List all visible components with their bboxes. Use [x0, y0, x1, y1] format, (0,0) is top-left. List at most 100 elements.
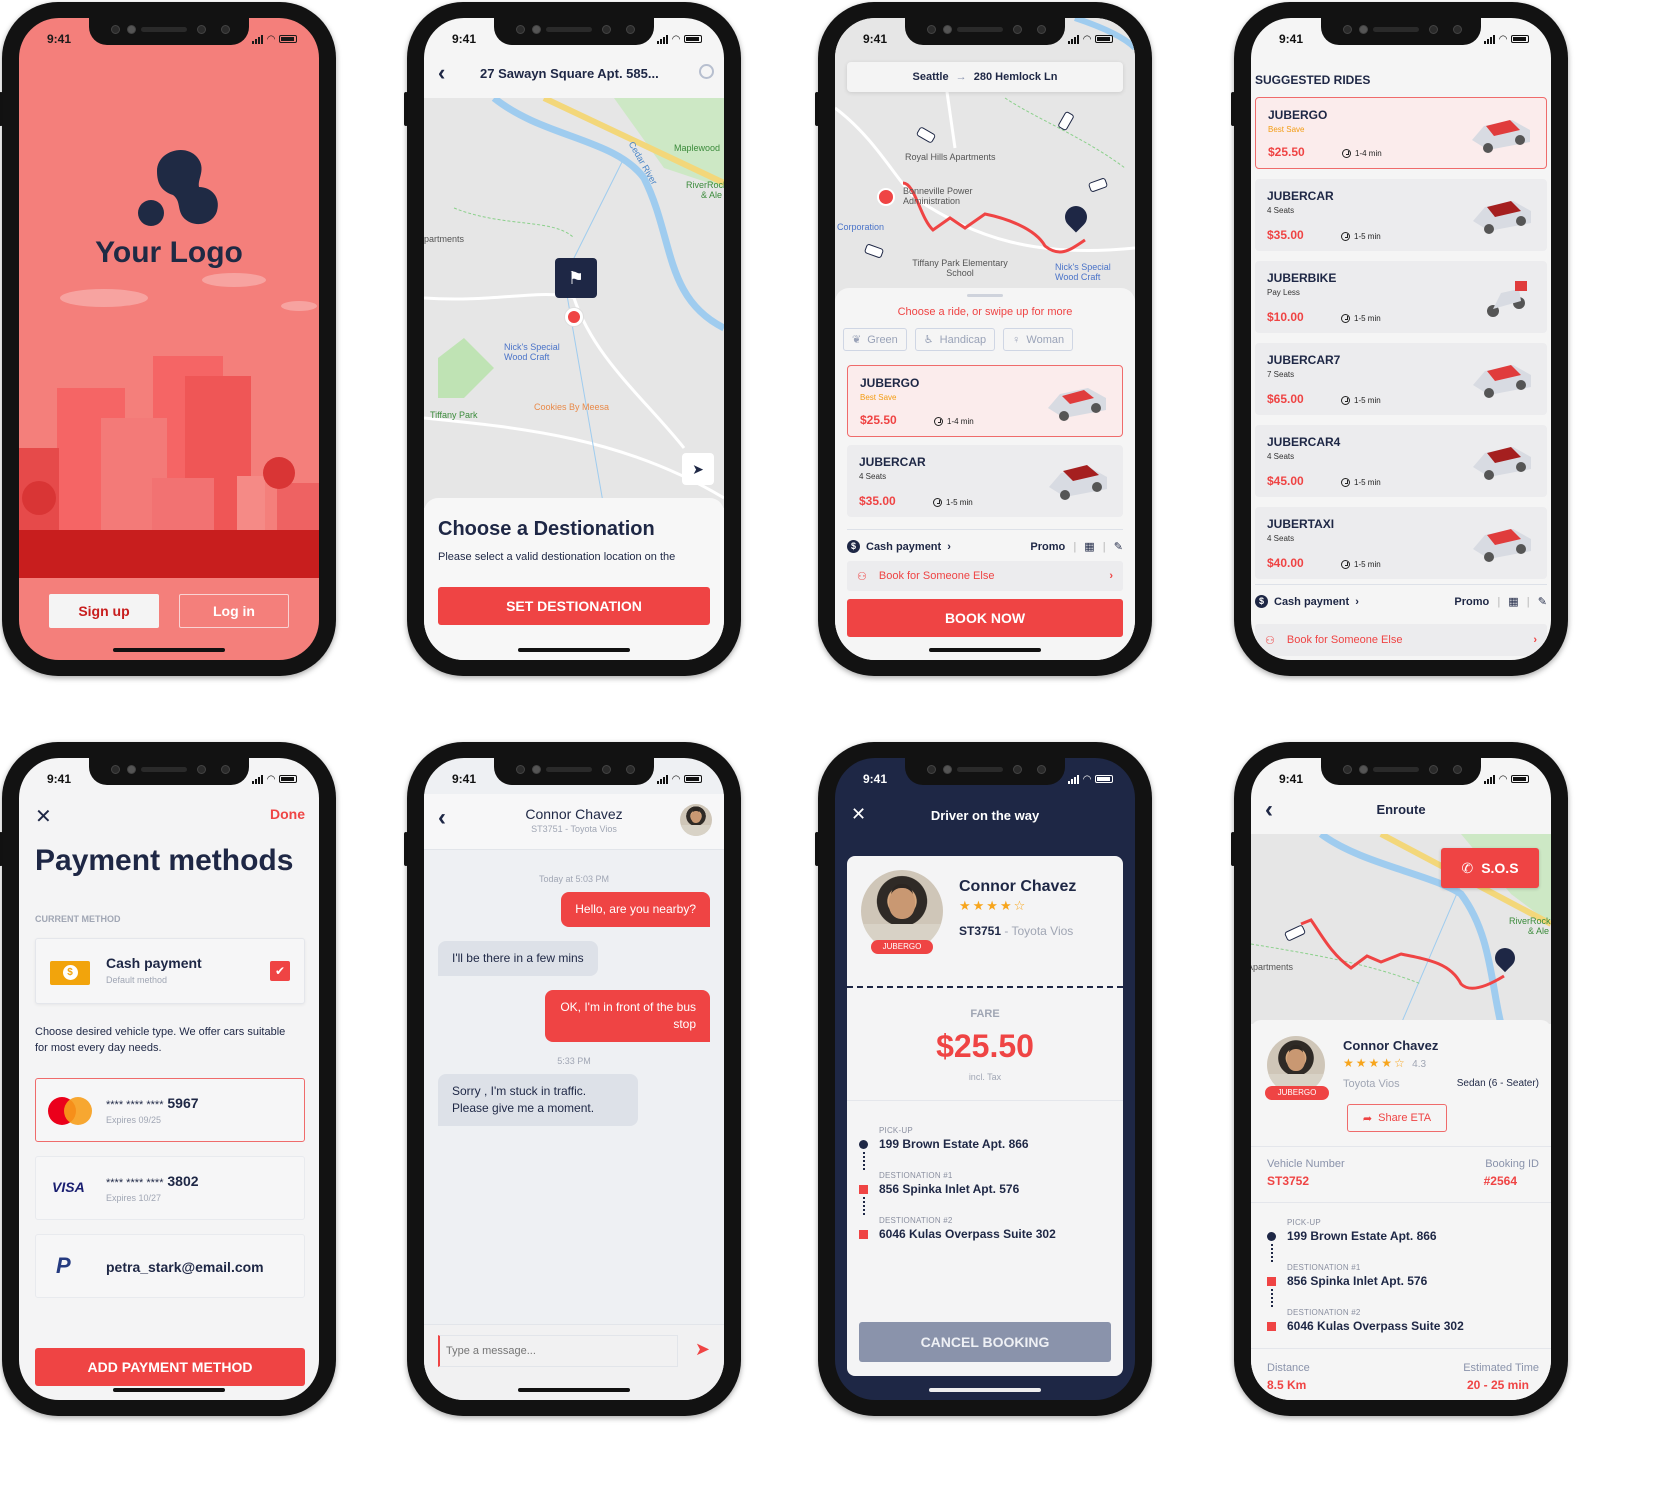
- fare-label: FARE: [970, 1008, 1000, 1020]
- rating-stars: ★★★★☆: [959, 898, 1028, 913]
- message-outgoing: Hello, are you nearby?: [561, 892, 710, 927]
- edit-icon[interactable]: ✎: [1538, 595, 1547, 608]
- battery-icon: [1511, 775, 1529, 783]
- sedan-car-icon: [1473, 201, 1531, 234]
- promo-link[interactable]: Promo: [1030, 541, 1065, 553]
- payment-method-link[interactable]: Cash payment: [866, 541, 941, 553]
- sos-button[interactable]: ✆ S.O.S: [1441, 848, 1539, 888]
- van-icon: [1473, 365, 1531, 398]
- payment-method-paypal[interactable]: P petra_stark@email.com: [35, 1234, 305, 1298]
- ride-list: JUBERGO Best Save $25.50 1-4 min JUBERCAR 4 S…: [1255, 97, 1547, 587]
- destination-square-icon: [859, 1185, 868, 1194]
- booking-screen: 9:41 ◠ Seattle → 280 Hemlock Ln Royal Hi…: [835, 18, 1135, 660]
- wifi-icon: ◠: [267, 773, 275, 785]
- paypal-icon: P: [56, 1253, 71, 1278]
- card-last4: 3802: [167, 1173, 199, 1189]
- paypal-email: petra_stark@email.com: [106, 1259, 264, 1275]
- destination-square-icon: [859, 1230, 868, 1239]
- phone-driver: 9:41 ◠ ✕ Driver on the way JUBERGO Conno…: [815, 742, 1152, 1416]
- share-eta-button[interactable]: ➦ Share ETA: [1347, 1104, 1447, 1132]
- payment-method-mastercard[interactable]: **** **** **** 5967 Expires 09/25: [35, 1078, 305, 1142]
- book-now-button[interactable]: BOOK NOW: [847, 599, 1123, 637]
- eta-label: Estimated Time: [1463, 1362, 1539, 1374]
- map-label: Royal Hills Apartments: [905, 152, 996, 162]
- message-incoming: Sorry , I'm stuck in traffic. Please giv…: [438, 1074, 638, 1126]
- stop-item: DESTIONATION #1 856 Spinka Inlet Apt. 576: [1267, 1263, 1539, 1308]
- destination-flag-marker[interactable]: ⚑: [555, 258, 597, 298]
- current-method-card[interactable]: $ Cash payment Default method ✔: [35, 938, 305, 1004]
- ride-option[interactable]: JUBERCAR 4 Seats $35.00 1-5 min: [847, 445, 1123, 517]
- filter-chip-woman[interactable]: ♀ Woman: [1003, 328, 1074, 351]
- logo-text: Your Logo: [95, 236, 243, 269]
- book-someone-else-row[interactable]: ⚇ Book for Someone Else ›: [847, 561, 1123, 591]
- person-icon: ⚇: [857, 570, 867, 583]
- sheet-prompt: Choose a ride, or swipe up for more: [897, 306, 1073, 318]
- payment-method-link[interactable]: Cash payment: [1274, 596, 1349, 608]
- status-time: 9:41: [47, 32, 72, 46]
- payment-method-visa[interactable]: VISA **** **** **** 3802 Expires 10/27: [35, 1156, 305, 1220]
- driver-card: JUBERGO Connor Chavez ★★★★☆ ST3751 - Toy…: [847, 856, 1123, 1376]
- options-row: $ Cash payment › Promo | ▦ | ✎: [847, 529, 1123, 553]
- route-bar[interactable]: Seattle → 280 Hemlock Ln: [847, 62, 1123, 92]
- phone-suggested-rides: 9:41 ◠ SUGGESTED RIDES JUBERGO Best Save $…: [1231, 2, 1568, 676]
- splash-screen: 9:41 ◠ Your Logo Sign up Log in: [19, 18, 319, 660]
- stop-item: PICK-UP 199 Brown Estate Apt. 866: [859, 1126, 1111, 1171]
- arrow-right-icon: →: [955, 71, 967, 83]
- wifi-icon: ◠: [1499, 773, 1507, 785]
- filter-chips: ❦ Green ♿ Handicap ♀ Woman: [843, 328, 1123, 351]
- set-destination-button[interactable]: SET DESTIONATION: [438, 587, 710, 625]
- phone-destination: 9:41 ◠ ‹ 27 Sawayn Square Apt. 585... Ma…: [404, 2, 741, 676]
- card-expiry: Expires 10/27: [106, 1193, 162, 1203]
- status-time: 9:41: [452, 772, 477, 786]
- clock-icon: [1341, 478, 1350, 487]
- back-icon[interactable]: ‹: [438, 60, 445, 86]
- booking-map[interactable]: Seattle → 280 Hemlock Ln Royal Hills Apa…: [835, 18, 1135, 308]
- filter-chip-handicap[interactable]: ♿ Handicap: [914, 328, 996, 351]
- ride-option[interactable]: JUBERCAR 4 Seats $35.00 1-5 min: [1255, 179, 1547, 251]
- method-sub: Default method: [106, 975, 168, 985]
- filter-chip-green[interactable]: ❦ Green: [843, 328, 907, 351]
- checkbox-checked[interactable]: ✔: [270, 961, 290, 981]
- send-icon[interactable]: ➤: [695, 1339, 710, 1360]
- calendar-icon[interactable]: ▦: [1084, 540, 1094, 553]
- destination-map[interactable]: Maplewood RiverRock & Ale Cedar River Ni…: [424, 98, 724, 508]
- status-time: 9:41: [452, 32, 477, 46]
- ride-option[interactable]: JUBERGO Best Save $25.50 1-4 min: [1255, 97, 1547, 169]
- wifi-icon: ◠: [1083, 773, 1091, 785]
- mastercard-icon: [48, 1097, 94, 1125]
- blob-logo-icon: [138, 149, 218, 226]
- chevron-right-icon: ›: [1355, 595, 1359, 608]
- stop-item: PICK-UP 199 Brown Estate Apt. 866: [1267, 1218, 1539, 1263]
- ride-option[interactable]: JUBERBIKE Pay Less $10.00 1-5 min: [1255, 261, 1547, 333]
- navigation-arrow-icon: ➤: [692, 461, 704, 477]
- hatchback-car-icon: [1473, 529, 1531, 562]
- ride-option[interactable]: JUBERTAXI 4 Seats $40.00 1-5 min: [1255, 507, 1547, 579]
- add-payment-method-button[interactable]: ADD PAYMENT METHOD: [35, 1348, 305, 1386]
- close-icon[interactable]: ✕: [35, 804, 52, 829]
- ride-option[interactable]: JUBERCAR4 4 Seats $45.00 1-5 min: [1255, 425, 1547, 497]
- calendar-icon[interactable]: ▦: [1508, 595, 1518, 608]
- phone-icon: ✆: [1461, 859, 1474, 876]
- clock-icon: [1341, 232, 1350, 241]
- drag-handle[interactable]: [967, 294, 1003, 297]
- book-someone-else-row[interactable]: ⚇ Book for Someone Else ›: [1255, 624, 1547, 656]
- search-icon[interactable]: [699, 64, 714, 79]
- done-button[interactable]: Done: [270, 806, 305, 822]
- scooter-icon: [1487, 281, 1527, 317]
- ride-option[interactable]: JUBERGO Best Save $25.50 1-4 min: [847, 365, 1123, 437]
- signup-button[interactable]: Sign up: [49, 594, 159, 628]
- signal-icon: [657, 34, 669, 44]
- battery-icon: [684, 35, 702, 43]
- promo-link[interactable]: Promo: [1454, 596, 1489, 608]
- payment-screen: 9:41 ◠ ✕ Done Payment methods CURRENT ME…: [19, 758, 319, 1400]
- message-timestamp: Today at 5:03 PM: [538, 874, 610, 884]
- message-input[interactable]: [438, 1335, 678, 1367]
- login-button[interactable]: Log in: [179, 594, 289, 628]
- avatar[interactable]: [680, 804, 712, 836]
- cancel-booking-button[interactable]: CANCEL BOOKING: [859, 1322, 1111, 1362]
- header-address[interactable]: 27 Sawayn Square Apt. 585...: [480, 66, 659, 81]
- edit-icon[interactable]: ✎: [1114, 540, 1123, 553]
- enroute-map[interactable]: ✆ S.O.S RiverRock & Ale Apartments: [1251, 834, 1551, 1024]
- locate-me-button[interactable]: ➤: [682, 453, 714, 485]
- ride-option[interactable]: JUBERCAR7 7 Seats $65.00 1-5 min: [1255, 343, 1547, 415]
